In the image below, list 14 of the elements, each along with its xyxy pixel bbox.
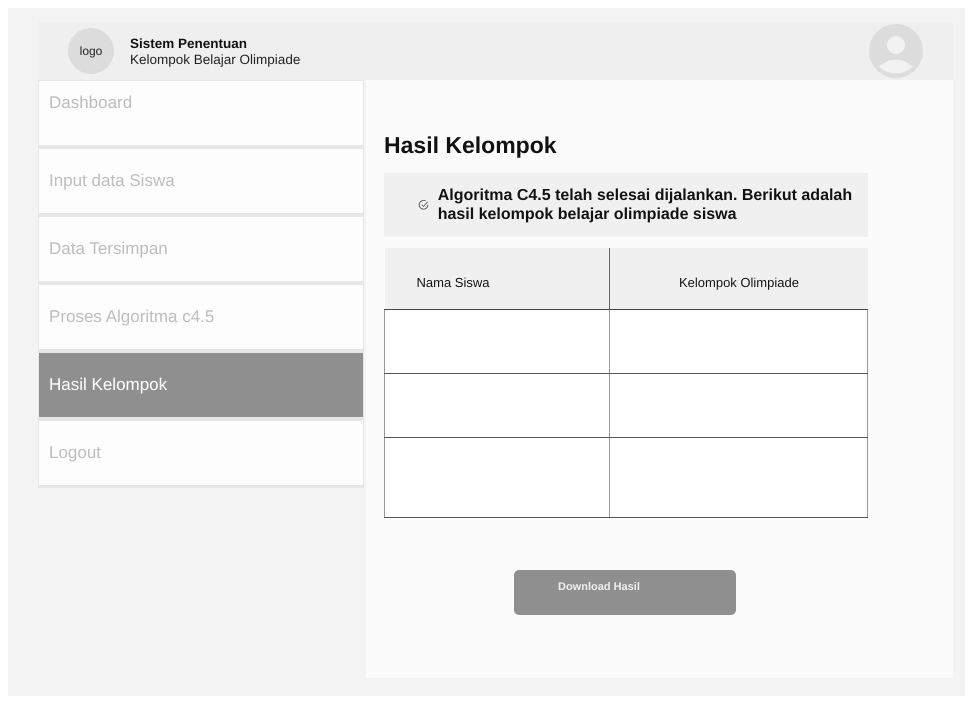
- download-button[interactable]: Download Hasil: [514, 570, 736, 615]
- column-header: Kelompok Olimpiade: [610, 248, 868, 310]
- app-subtitle: Kelompok Belajar Olimpiade: [130, 52, 300, 66]
- logo: logo: [68, 28, 114, 74]
- alert-message: Algoritma C4.5 telah selesai dijalankan. Berikut adalah hasil kelompok belajar olimpiade siswa: [438, 186, 854, 224]
- page-title: Hasil Kelompok: [384, 132, 558, 159]
- sidebar-item[interactable]: Data Tersimpan: [38, 216, 364, 284]
- sidebar-item[interactable]: Logout: [38, 420, 364, 488]
- column-header: Nama Siswa: [384, 248, 610, 310]
- sidebar-item[interactable]: Input data Siswa: [38, 148, 364, 216]
- app-title: Sistem Penentuan: [130, 36, 248, 50]
- sidebar-item[interactable]: Hasil Kelompok: [38, 352, 364, 420]
- sidebar-item[interactable]: Proses Algoritma c4.5: [38, 284, 364, 352]
- sidebar-item[interactable]: Dashboard: [38, 80, 364, 148]
